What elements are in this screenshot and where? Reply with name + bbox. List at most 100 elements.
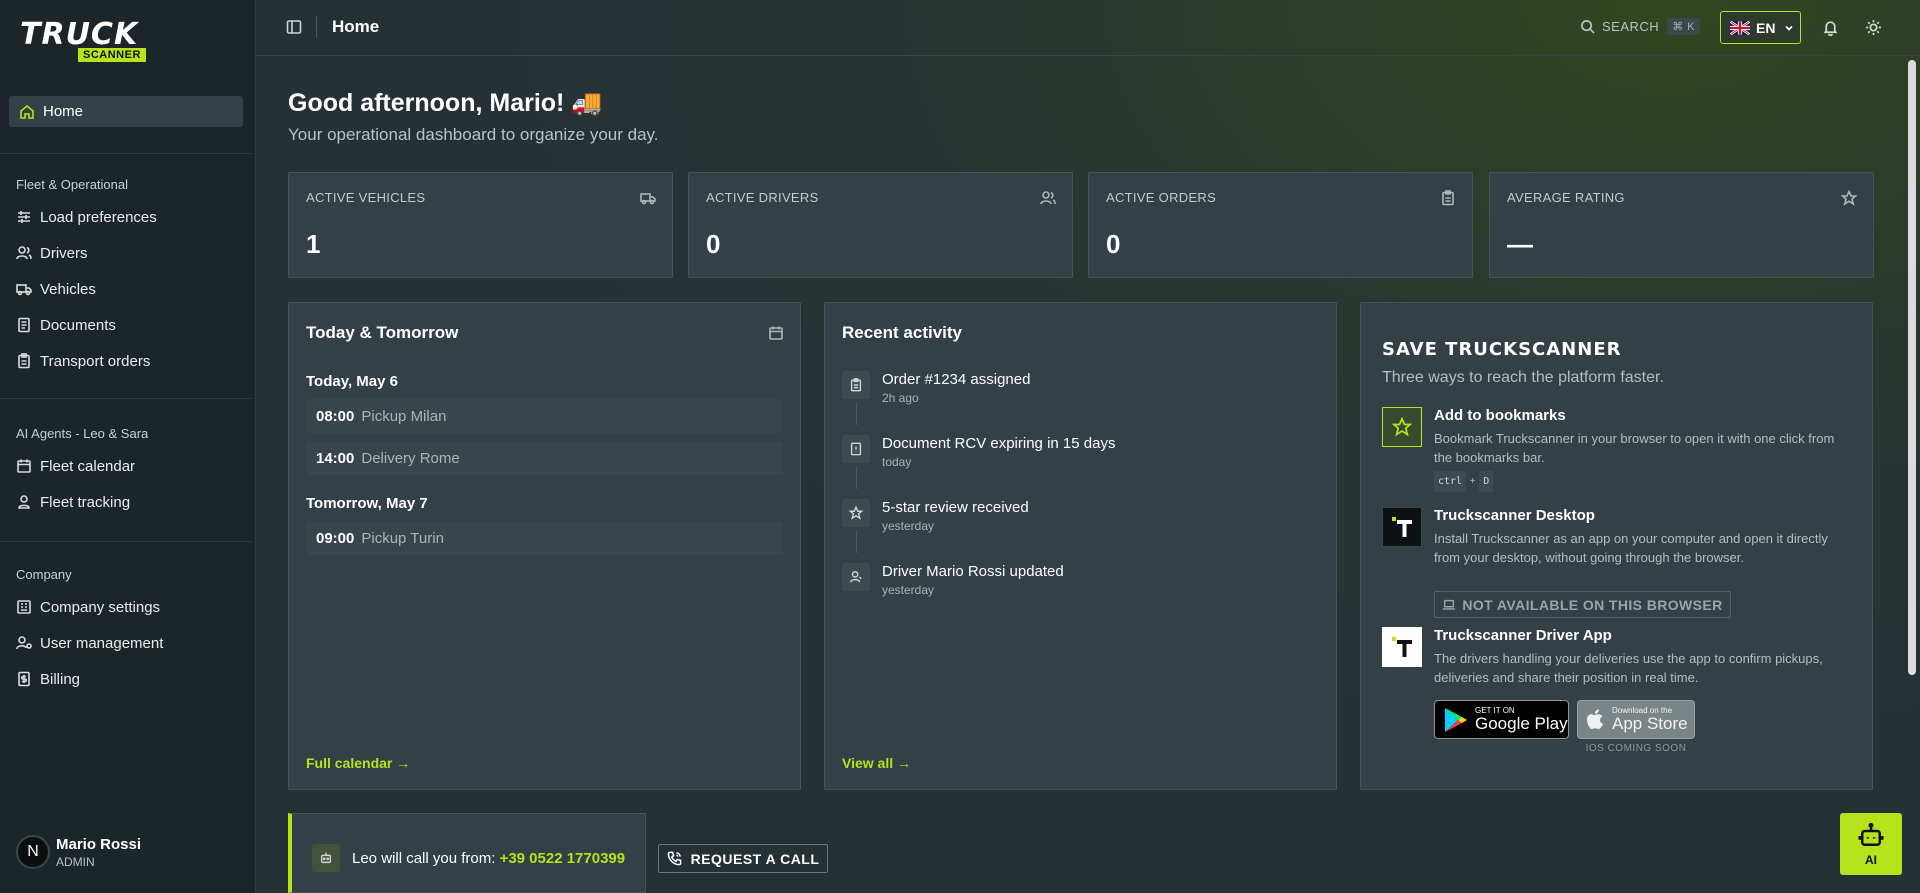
sidebar-item-label: Vehicles [40,280,96,298]
activity-time: yesterday [882,583,935,597]
stat-value: 0 [1106,229,1121,259]
apple-icon [1587,708,1603,729]
calendar-icon [769,326,783,340]
language-selector[interactable]: EN [1720,11,1801,44]
schedule-event[interactable]: 14:00 Delivery Rome [306,441,783,475]
stat-card-active-vehicles: ACTIVE VEHICLES 1 [288,172,673,278]
bookmarks-feature: Add to bookmarks Bookmark Truckscanner i… [1382,407,1852,497]
feature-title: Truckscanner Desktop [1434,507,1595,524]
users-icon [16,246,32,260]
sidebar-divider [0,541,252,542]
sidebar-item-label: Load preferences [40,208,157,226]
ai-label: AI [1865,853,1877,867]
truck-icon [16,284,32,296]
sidebar-item-fleet-tracking[interactable]: Fleet tracking [16,490,130,514]
schedule-event[interactable]: 09:00 Pickup Turin [306,521,783,555]
sidebar: TRUCK SCANNER Home Fleet & Operational L… [0,0,256,893]
shortcut-key-d: D [1479,471,1494,492]
bookmark-star-box[interactable] [1382,407,1422,447]
logo-top: TRUCK [20,17,139,52]
user-gear-icon [16,636,32,650]
greeting-subtitle: Your operational dashboard to organize y… [288,125,659,144]
truckscanner-t-logo-icon [1392,637,1412,657]
timeline-line [856,531,857,553]
sidebar-item-billing[interactable]: Billing [16,667,80,691]
activity-item[interactable]: Driver Mario Rossi updated yesterday [842,563,1064,597]
document-alert-icon [850,442,862,456]
ios-coming-soon: IOS COMING SOON [1585,743,1687,754]
save-subtitle: Three ways to reach the platform faster. [1382,369,1664,386]
activity-item[interactable]: Order #1234 assigned 2h ago [842,371,1030,405]
schedule-event[interactable]: 08:00 Pickup Milan [306,399,783,433]
truckscanner-logo[interactable]: TRUCK SCANNER [20,20,165,64]
not-available-button[interactable]: NOT AVAILABLE ON THIS BROWSER [1434,591,1731,618]
page-title: Home [332,17,380,36]
laptop-icon [1443,599,1456,610]
robot-icon [320,852,332,864]
sidebar-item-user-management[interactable]: User management [16,631,163,655]
driver-app-icon [1382,627,1422,667]
sidebar-item-label: Drivers [40,244,88,262]
activity-icon-box [842,371,870,399]
bell-icon[interactable] [1822,19,1839,36]
avatar: N [16,835,50,869]
sidebar-item-vehicles[interactable]: Vehicles [16,277,96,301]
clipboard-icon [850,378,862,392]
receipt-icon [18,671,30,687]
sidebar-item-label: Transport orders [40,352,151,370]
sidebar-section-fleet: Fleet & Operational [16,177,129,192]
google-play-icon [1445,707,1467,732]
sidebar-item-company-settings[interactable]: Company settings [16,595,160,619]
day-heading: Today, May 6 [306,373,398,390]
timeline-line [856,467,857,489]
request-call-button[interactable]: REQUEST A CALL [658,844,828,873]
ai-assistant-button[interactable]: AI [1840,813,1902,875]
sidebar-toggle-icon[interactable] [286,19,302,35]
sidebar-item-documents[interactable]: Documents [16,313,116,337]
feature-title: Truckscanner Driver App [1434,627,1612,644]
sidebar-item-fleet-calendar[interactable]: Fleet calendar [16,454,135,478]
stat-value: 0 [706,229,721,259]
topbar: Home SEARCH ⌘ K EN [256,0,1920,56]
truck-icon [640,193,656,205]
activity-item[interactable]: 5-star review received yesterday [842,499,1029,533]
feature-title: Add to bookmarks [1434,407,1566,424]
full-calendar-link[interactable]: Full calendar → [306,755,410,771]
event-description: Pickup Milan [361,407,447,425]
user-icon [850,571,862,583]
activity-item[interactable]: Document RCV expiring in 15 days today [842,435,1115,469]
google-play-badge[interactable]: GET IT ON Google Play [1434,700,1569,739]
star-icon [1841,190,1857,206]
sidebar-item-label: Documents [40,316,116,334]
activity-time: today [882,455,912,469]
day-heading: Tomorrow, May 7 [306,495,428,512]
activity-icon-box [842,563,870,591]
request-call-label: REQUEST A CALL [690,850,820,867]
stat-card-active-drivers: ACTIVE DRIVERS 0 [688,172,1073,278]
leo-phone-number[interactable]: +39 0522 1770399 [500,850,626,867]
sidebar-item-drivers[interactable]: Drivers [16,241,88,265]
sidebar-item-transport-orders[interactable]: Transport orders [16,349,150,373]
sidebar-item-load-preferences[interactable]: Load preferences [16,205,157,229]
activity-text: Driver Mario Rossi updated [882,563,1064,580]
card-title: Today & Tomorrow [306,323,459,342]
sidebar-divider [0,398,252,399]
scrollbar[interactable] [1908,60,1916,675]
activity-text: 5-star review received [882,499,1029,516]
star-icon [1392,417,1412,437]
sidebar-item-label: Company settings [40,598,161,616]
search-icon [1581,20,1595,34]
user-profile[interactable]: N Mario Rossi ADMIN [16,835,141,869]
search-button[interactable]: SEARCH ⌘ K [1580,18,1701,35]
activity-text: Order #1234 assigned [882,371,1031,388]
activity-time: yesterday [882,519,935,533]
activity-icon-box [842,499,870,527]
event-time: 08:00 [316,407,355,425]
sun-icon[interactable] [1865,19,1882,36]
sidebar-item-home[interactable]: Home [9,96,243,127]
topbar-divider [316,16,317,38]
view-all-link[interactable]: View all → [842,755,911,771]
star-icon [849,506,863,520]
main-content: Home SEARCH ⌘ K EN Good afternoon, Mario… [256,0,1920,893]
users-icon [1040,191,1056,205]
